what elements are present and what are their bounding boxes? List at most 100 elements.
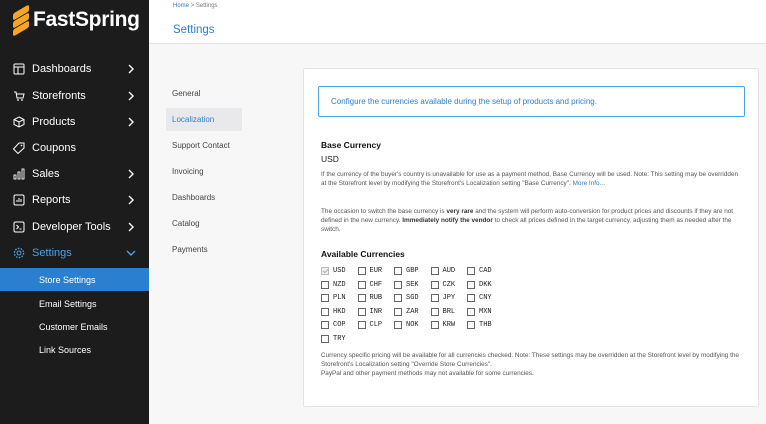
currency-checkbox-hkd[interactable]: HKD [321,307,346,317]
currency-checkbox-sgd[interactable]: SGD [394,293,419,303]
base-currency-description: If the currency of the buyer's country i… [321,170,742,188]
checkbox[interactable] [467,280,475,289]
currency-checkbox-gbp[interactable]: GBP [394,266,419,276]
sidebar-item-dashboards[interactable]: Dashboards [0,56,149,82]
currency-checkbox-krw[interactable]: KRW [430,320,455,330]
checkbox[interactable] [394,267,402,275]
currency-checkbox-thb[interactable]: THB [467,320,492,330]
checkbox[interactable] [321,294,329,302]
sidebar-item-products[interactable]: Products [0,109,149,135]
currency-code: CAD [479,267,492,275]
checkbox[interactable] [430,321,439,329]
currency-checkbox-nzd[interactable]: NZD [321,280,346,290]
currency-code: AUD [442,267,456,275]
currency-checkbox-try[interactable]: TRY [321,334,346,344]
settings-tab-catalog[interactable]: Catalog [166,212,242,235]
page-title: Settings [173,24,215,36]
sidebar-item-settings[interactable]: Settings [0,240,149,266]
checkbox[interactable] [430,307,439,316]
settings-tab-payments[interactable]: Payments [166,238,242,261]
checkbox[interactable] [430,280,439,289]
checkbox[interactable] [394,321,402,329]
currency-checkbox-cop[interactable]: COP [321,320,346,330]
sidebar-item-storefronts[interactable]: Storefronts [0,83,149,109]
currency-code: THB [479,321,492,329]
currency-checkbox-aud[interactable]: AUD [430,266,456,276]
currency-code: JPY [442,294,456,302]
currency-checkbox-inr[interactable]: INR [357,307,382,317]
sidebar-item-developer-tools[interactable]: Developer Tools [0,214,149,240]
checkbox[interactable] [467,267,475,275]
currency-checkbox-chf[interactable]: CHF [357,280,382,290]
checkbox[interactable] [321,280,329,289]
settings-tab-localization[interactable]: Localization [166,108,242,131]
box-icon [13,116,25,128]
currency-checkbox-clp[interactable]: CLP [357,320,382,330]
terminal-icon [13,221,25,233]
checkbox[interactable] [467,307,475,316]
checkbox[interactable] [321,334,329,343]
currency-checkbox-mxn[interactable]: MXN [467,307,492,317]
logo-wordmark: FastSpring [33,8,140,31]
checkbox[interactable] [430,267,439,275]
fastspring-logo-icon [13,4,29,37]
checkbox[interactable] [357,321,366,329]
more-info-link[interactable]: More Info... [573,180,605,187]
currency-checkbox-brl[interactable]: BRL [430,307,455,317]
sidebar-item-label: Reports [32,194,71,206]
currency-code: PLN [333,294,346,302]
currency-checkbox-jpy[interactable]: JPY [430,293,456,303]
currency-code: MXN [479,307,492,316]
sidebar-item-label: Dashboards [32,63,92,75]
chevron-down-icon [126,250,136,256]
checkbox[interactable] [321,307,329,316]
sidebar-item-reports[interactable]: Reports [0,187,149,213]
currency-checkbox-cny[interactable]: CNY [467,293,492,303]
sidebar-subitem-link-sources[interactable]: Link Sources [0,338,149,361]
currency-code: NZD [333,280,346,289]
currency-code: RUB [369,294,383,302]
checkbox[interactable] [357,267,366,275]
settings-tab-invoicing[interactable]: Invoicing [166,160,242,183]
currency-checkbox-sek[interactable]: SEK [394,280,419,290]
breadcrumb-separator: > [190,3,195,9]
sidebar-subitem-customer-emails[interactable]: Customer Emails [0,315,149,338]
breadcrumb-home-link[interactable]: Home [173,3,189,9]
sidebar-item-coupons[interactable]: Coupons [0,135,149,161]
checkbox[interactable] [357,280,366,289]
report-icon [13,194,25,206]
currency-code: HKD [333,307,346,316]
checkbox[interactable] [321,267,329,275]
sidebar-item-sales[interactable]: Sales [0,161,149,187]
checkbox[interactable] [357,307,366,316]
sidebar-subitem-store-settings[interactable]: Store Settings [0,268,149,291]
checkbox[interactable] [394,294,402,302]
sidebar-item-label: Coupons [32,142,77,154]
checkbox[interactable] [357,294,366,302]
settings-tab-support-contact[interactable]: Support Contact [166,134,242,157]
currency-checkbox-pln[interactable]: PLN [321,293,346,303]
fastspring-logo[interactable]: FastSpring [13,4,140,37]
currency-checkbox-rub[interactable]: RUB [357,293,383,303]
currency-code: CZK [442,280,456,289]
checkbox[interactable] [394,307,402,316]
currency-checkbox-dkk[interactable]: DKK [467,280,492,290]
sidebar-subitem-email-settings[interactable]: Email Settings [0,292,149,315]
currency-code: SEK [406,280,419,289]
currency-checkbox-cad[interactable]: CAD [467,266,492,276]
dashboard-icon [13,63,25,75]
paypal-note: PayPal and other payment methods may not… [321,370,534,377]
currency-checkbox-zar[interactable]: ZAR [394,307,419,317]
settings-tab-general[interactable]: General [166,82,242,105]
currency-checkbox-eur[interactable]: EUR [357,266,382,276]
currency-checkbox-usd[interactable]: USD [321,266,346,276]
checkbox[interactable] [467,321,475,329]
currency-checkbox-nok[interactable]: NOK [394,320,419,330]
currency-checkbox-czk[interactable]: CZK [430,280,456,290]
settings-tab-dashboards[interactable]: Dashboards [166,186,242,209]
chevron-right-icon [128,222,134,232]
checkbox[interactable] [321,321,329,329]
checkbox[interactable] [430,294,439,302]
checkbox[interactable] [467,294,475,302]
checkbox[interactable] [394,280,402,289]
